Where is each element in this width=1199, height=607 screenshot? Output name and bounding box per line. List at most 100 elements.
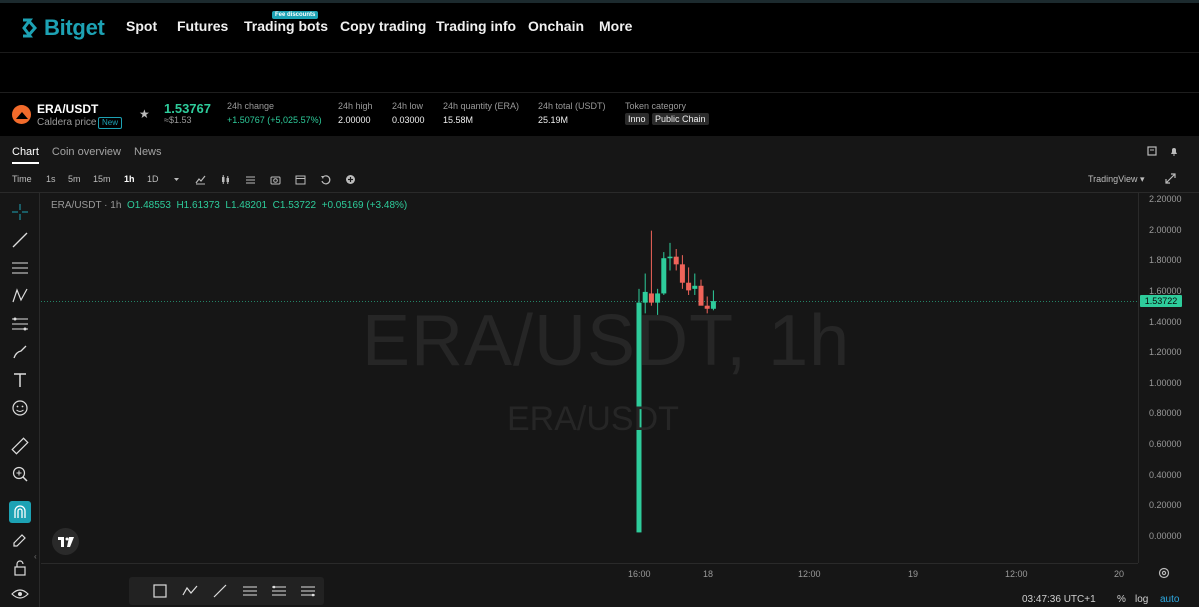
candle-body	[661, 258, 667, 294]
timeframe-15m[interactable]: 15m	[93, 174, 111, 184]
y-tick-label: 0.00000	[1149, 531, 1182, 541]
stat-label-24h-high: 24h high	[338, 101, 373, 111]
tag-public-chain[interactable]: Public Chain	[652, 113, 709, 125]
timeframe-1s[interactable]: 1s	[46, 174, 56, 184]
fullscreen-icon[interactable]	[1165, 173, 1176, 184]
tradingview-mode-select[interactable]: TradingView ▾	[1088, 174, 1145, 185]
camera-icon[interactable]	[270, 174, 281, 185]
calendar-icon[interactable]	[295, 174, 306, 185]
emoji-tool[interactable]	[9, 397, 31, 419]
pencil-lock-icon	[13, 534, 26, 547]
zoom-in-icon	[12, 466, 28, 482]
nav-more[interactable]: More	[599, 18, 632, 34]
nav-onchain[interactable]: Onchain	[528, 18, 584, 34]
stat-label-24h-low: 24h low	[392, 101, 424, 111]
y-tick-label: 0.20000	[1149, 500, 1182, 511]
tab-coin-overview[interactable]: Coin overview	[52, 146, 121, 164]
current-price-tag: 1.53722	[1140, 295, 1182, 307]
indicators-icon[interactable]	[195, 174, 206, 185]
fib-levels-icon[interactable]	[271, 583, 287, 599]
layout-icon[interactable]	[245, 174, 256, 185]
magnet-icon	[14, 505, 26, 518]
tab-news[interactable]: News	[134, 146, 162, 164]
y-tick-label: 1.00000	[1149, 377, 1182, 388]
nav-futures[interactable]: Futures	[177, 18, 228, 34]
chart-watermark: ERA/USDT, 1h	[362, 301, 851, 381]
text-tool[interactable]	[9, 369, 31, 391]
pattern-tool[interactable]	[9, 285, 31, 307]
ruler-icon	[11, 437, 29, 455]
nav-trading-info[interactable]: Trading info	[436, 18, 516, 34]
banner-area	[0, 54, 1199, 93]
trading-pair[interactable]: ERA/USDT	[37, 102, 98, 116]
clock-time[interactable]: 03:47:36 UTC+1	[1022, 594, 1096, 605]
chart-settings-gear-icon[interactable]	[1158, 567, 1170, 579]
erase-drawings-tool[interactable]	[9, 529, 31, 551]
polyline-icon[interactable]	[182, 583, 198, 599]
chevron-down-icon[interactable]	[171, 174, 182, 185]
timeframe-1d[interactable]: 1D	[147, 174, 159, 184]
log-toggle[interactable]: log	[1135, 594, 1148, 605]
add-circle-icon[interactable]	[345, 174, 356, 185]
nav-trading-bots[interactable]: Trading bots	[244, 18, 328, 34]
stat-label-24h-total: 24h total (USDT)	[538, 101, 606, 111]
nav-copy-trading[interactable]: Copy trading	[340, 18, 426, 34]
legend-close: C1.53722	[272, 200, 317, 211]
hide-drawings-tool[interactable]	[9, 583, 31, 605]
horizontal-lines-icon	[12, 262, 28, 274]
line-icon[interactable]	[212, 583, 228, 599]
parallel-lines-icon[interactable]	[242, 583, 258, 599]
x-tick-label: 12:00	[798, 569, 821, 579]
caldera-coin-icon	[12, 105, 31, 124]
trend-line-tool[interactable]	[9, 229, 31, 251]
ruler-tool[interactable]	[9, 435, 31, 457]
eye-icon	[11, 589, 29, 599]
auto-scale-toggle[interactable]: auto	[1160, 594, 1179, 605]
y-tick-label: 2.20000	[1149, 194, 1182, 204]
calculator-icon[interactable]	[1147, 146, 1157, 156]
alert-bell-icon[interactable]	[1169, 146, 1179, 156]
fib-tool[interactable]	[9, 313, 31, 335]
candle-body	[667, 256, 673, 259]
brush-tool[interactable]	[9, 341, 31, 363]
crosshair-tool[interactable]	[9, 201, 31, 223]
ohlc-legend: ERA/USDT · 1h O1.48553 H1.61373 L1.48201…	[51, 200, 407, 211]
candle-type-icon[interactable]	[220, 174, 231, 185]
candle-body	[679, 264, 685, 283]
panel-right-icons	[1147, 146, 1179, 156]
lock-drawings-tool[interactable]	[9, 557, 31, 579]
stat-value-24h-quantity: 15.58M	[443, 115, 474, 125]
stat-label-24h-change: 24h change	[227, 101, 275, 111]
zoom-tool[interactable]	[9, 463, 31, 485]
last-price-fiat: ≈$1.53	[164, 115, 192, 125]
stat-value-24h-total: 25.19M	[538, 115, 569, 125]
y-tick-label: 1.40000	[1149, 316, 1182, 327]
rectangle-select-icon[interactable]	[152, 583, 168, 599]
favorite-star-icon[interactable]: ★	[139, 107, 150, 121]
channel-icon[interactable]	[300, 583, 316, 599]
percent-toggle[interactable]: %	[1117, 594, 1126, 605]
timeframe-5m[interactable]: 5m	[68, 174, 81, 184]
collapse-toolbar-icon[interactable]: ‹	[34, 552, 37, 561]
tradingview-icon	[57, 536, 74, 547]
legend-symbol: ERA/USDT · 1h	[51, 200, 122, 211]
lock-icon	[14, 560, 26, 576]
tab-chart[interactable]: Chart	[12, 146, 39, 164]
text-icon	[14, 373, 26, 387]
x-tick-label: 18	[703, 569, 714, 579]
y-tick-label: 0.60000	[1149, 439, 1182, 450]
stat-value-24h-low: 0.03000	[392, 115, 425, 125]
timeframe-1h[interactable]: 1h	[124, 174, 135, 184]
chart-watermark-symbol: ERA/USDT	[507, 400, 679, 438]
horizontal-lines-tool[interactable]	[9, 257, 31, 279]
trend-line-icon	[12, 232, 28, 248]
tag-inno[interactable]: Inno	[625, 113, 649, 125]
nav-spot[interactable]: Spot	[126, 18, 157, 34]
tradingview-logo[interactable]	[52, 528, 79, 555]
drawing-toolbar	[0, 193, 40, 607]
undo-icon[interactable]	[320, 174, 331, 185]
bitget-logo[interactable]: Bitget	[18, 13, 105, 43]
fib-retracement-icon	[12, 317, 28, 331]
magnet-tool[interactable]	[9, 501, 31, 523]
mountain-icon	[15, 111, 28, 119]
